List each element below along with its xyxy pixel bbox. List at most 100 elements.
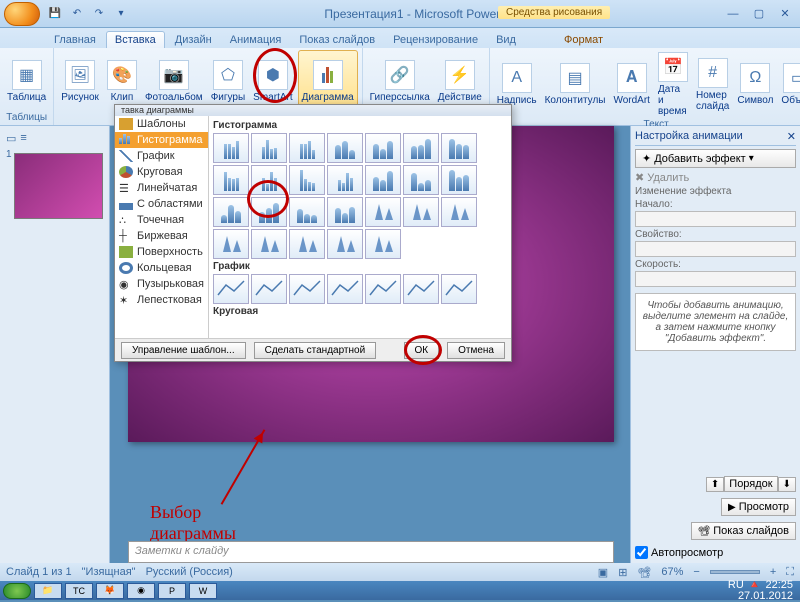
cancel-button[interactable]: Отмена [447, 342, 505, 359]
headerfooter-button[interactable]: ▤Колонтитулы [542, 50, 609, 119]
manage-templates-button[interactable]: Управление шаблон... [121, 342, 246, 359]
symbol-button[interactable]: ΩСимвол [734, 50, 776, 119]
tray-lang[interactable]: RU [728, 580, 744, 591]
chart-subtype-item[interactable] [327, 229, 363, 259]
tab-format[interactable]: Формат [556, 32, 611, 48]
chart-subtype-item[interactable] [403, 274, 439, 304]
close-button[interactable]: ✕ [774, 6, 796, 22]
task-powerpoint[interactable]: P [158, 583, 186, 599]
tab-animation[interactable]: Анимация [222, 32, 290, 48]
chart-subtype-item[interactable] [251, 165, 287, 195]
chart-subtype-item[interactable] [365, 274, 401, 304]
object-button[interactable]: ▭Объект [778, 50, 800, 119]
add-effect-button[interactable]: ✦Добавить эффект ▾ [635, 149, 796, 168]
tab-view[interactable]: Вид [488, 32, 524, 48]
chart-subtype-item[interactable] [441, 133, 477, 163]
chart-subtype-item[interactable] [213, 133, 249, 163]
set-default-button[interactable]: Сделать стандартной [254, 342, 377, 359]
clip-button[interactable]: 🎨Клип [104, 50, 140, 112]
speed-input[interactable] [635, 271, 796, 287]
cat-surface[interactable]: Поверхность [115, 244, 208, 260]
chart-subtype-item[interactable] [365, 165, 401, 195]
chart-subtype-item[interactable] [441, 165, 477, 195]
chart-subtype-item[interactable] [441, 274, 477, 304]
chart-subtype-item[interactable] [365, 229, 401, 259]
hyperlink-button[interactable]: 🔗Гиперссылка [367, 50, 433, 112]
outline-tab-icon[interactable]: ≡ [20, 132, 26, 145]
cat-bar[interactable]: ☰Линейчатая [115, 180, 208, 196]
fit-button[interactable]: ⛶ [786, 566, 794, 579]
cat-area[interactable]: С областями [115, 196, 208, 212]
order-up-button[interactable]: ⬆ [706, 477, 724, 492]
cat-bubble[interactable]: ◉Пузырьковая [115, 276, 208, 292]
task-utorrent[interactable]: ◉ [127, 583, 155, 599]
save-icon[interactable]: 💾 [46, 5, 64, 23]
zoom-in-button[interactable]: + [770, 566, 776, 578]
maximize-button[interactable]: ▢ [748, 6, 770, 22]
dialog-title[interactable]: тавка диаграммы [115, 105, 511, 116]
chart-subtype-item[interactable] [251, 229, 287, 259]
zoom-out-button[interactable]: − [693, 566, 699, 578]
property-input[interactable] [635, 241, 796, 257]
qat-dropdown-icon[interactable]: ▾ [112, 5, 130, 23]
tab-design[interactable]: Дизайн [167, 32, 220, 48]
chart-subtype-item[interactable] [213, 229, 249, 259]
chart-subtype-item[interactable] [327, 197, 363, 227]
order-button[interactable]: Порядок [724, 476, 777, 492]
cat-radar[interactable]: ✶Лепестковая [115, 292, 208, 308]
chart-subtype-item[interactable] [289, 197, 325, 227]
start-button[interactable] [3, 583, 31, 599]
chart-subtype-item[interactable] [289, 133, 325, 163]
chart-button[interactable]: Диаграмма [298, 50, 358, 112]
zoom-slider[interactable] [710, 570, 760, 574]
chart-subtype-item[interactable] [289, 229, 325, 259]
chart-subtype-item[interactable] [327, 133, 363, 163]
chart-subtype-item[interactable] [365, 197, 401, 227]
table-button[interactable]: ▦Таблица [4, 50, 49, 112]
chart-subtype-item[interactable] [251, 133, 287, 163]
chart-subtype-item[interactable] [289, 274, 325, 304]
redo-icon[interactable]: ↷ [90, 5, 108, 23]
tab-insert[interactable]: Вставка [106, 31, 165, 48]
slide-thumbnail-1[interactable] [14, 153, 103, 219]
smartart-button[interactable]: ⬢SmartArt [250, 50, 295, 112]
panel-close-icon[interactable]: ✕ [787, 130, 796, 143]
cat-templates[interactable]: Шаблоны [115, 116, 208, 132]
slides-tab-icon[interactable]: ▭ [6, 132, 16, 145]
chart-subtype-item[interactable] [213, 197, 249, 227]
task-tc[interactable]: TC [65, 583, 93, 599]
view-normal-icon[interactable]: ▣ [598, 566, 608, 579]
zoom-level[interactable]: 67% [661, 566, 683, 578]
task-firefox[interactable]: 🦊 [96, 583, 124, 599]
slideshow-button[interactable]: 📽 Показ слайдов [691, 522, 796, 540]
chart-subtype-item[interactable] [327, 274, 363, 304]
cat-column[interactable]: Гистограмма [115, 132, 208, 148]
chart-subtype-item[interactable] [327, 165, 363, 195]
tab-slideshow[interactable]: Показ слайдов [291, 32, 383, 48]
preview-button[interactable]: ▶ Просмотр [721, 498, 796, 516]
chart-subtype-item[interactable] [213, 274, 249, 304]
cat-doughnut[interactable]: Кольцевая [115, 260, 208, 276]
minimize-button[interactable]: — [722, 6, 744, 22]
cat-pie[interactable]: Круговая [115, 164, 208, 180]
datetime-button[interactable]: 📅Дата и время [655, 50, 691, 119]
action-button[interactable]: ⚡Действие [435, 50, 485, 112]
shapes-button[interactable]: ⬠Фигуры [208, 50, 248, 112]
start-input[interactable] [635, 211, 796, 227]
remove-button[interactable]: ✖Удалить [635, 171, 796, 184]
system-tray[interactable]: RU 🔺 22:25 27.01.2012 [728, 580, 797, 602]
chart-subtype-item[interactable] [251, 197, 287, 227]
order-down-button[interactable]: ⬇ [778, 477, 796, 492]
slidenum-button[interactable]: #Номер слайда [693, 50, 732, 119]
wordart-button[interactable]: 𝐀WordArt [610, 50, 653, 119]
picture-button[interactable]: 🖼Рисунок [58, 50, 102, 112]
chart-subtype-item[interactable] [403, 133, 439, 163]
chart-subtype-item[interactable] [441, 197, 477, 227]
chart-subtype-item[interactable] [213, 165, 249, 195]
chart-subtype-item[interactable] [365, 133, 401, 163]
undo-icon[interactable]: ↶ [68, 5, 86, 23]
photoalbum-button[interactable]: 📷Фотоальбом [142, 50, 206, 112]
chart-subtype-item[interactable] [251, 274, 287, 304]
tab-review[interactable]: Рецензирование [385, 32, 486, 48]
chart-subtype-item[interactable] [403, 197, 439, 227]
